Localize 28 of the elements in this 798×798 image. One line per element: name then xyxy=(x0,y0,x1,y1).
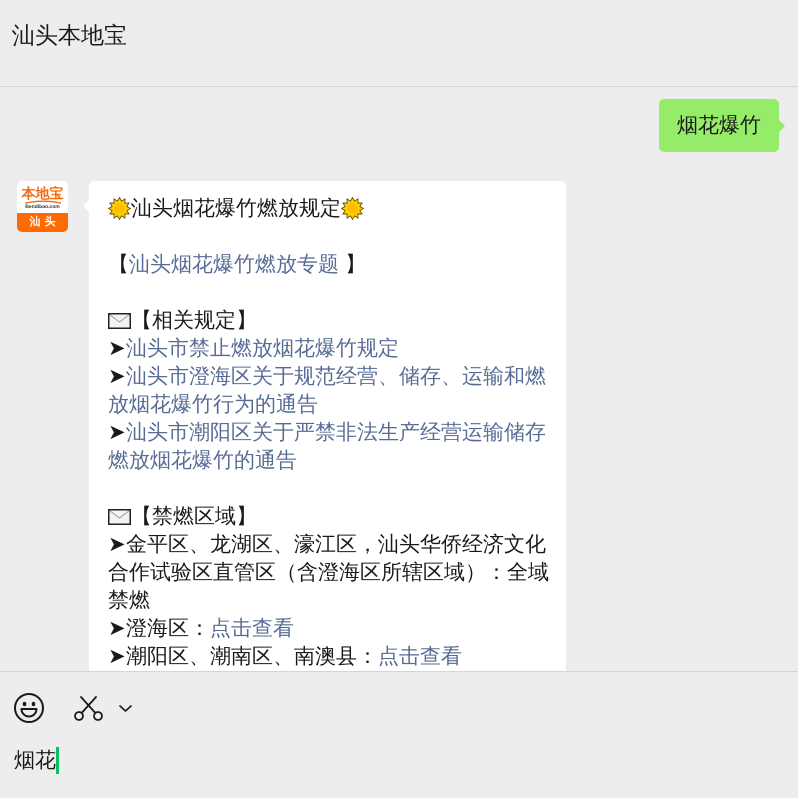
emoji-icon[interactable] xyxy=(14,693,44,723)
view-link[interactable]: 点击查看 xyxy=(378,645,462,668)
notice-link[interactable]: ➤汕头市澄海区关于规范经营、储存、运输和燃放烟花爆竹行为的通告 xyxy=(108,363,553,419)
message-input[interactable]: 烟花 xyxy=(14,747,784,787)
notice-link[interactable]: ➤汕头市禁止燃放烟花爆竹规定 xyxy=(108,335,553,363)
bracket-text: 】 xyxy=(344,253,366,276)
envelope-icon xyxy=(108,313,131,329)
area-rule-text: ➤金平区、龙湖区、濠江区，汕头华侨经济文化合作试验区直管区（含澄海区所辖区域）：全域禁燃 xyxy=(108,532,550,614)
bracket-text: 【 xyxy=(108,253,129,276)
logo-brand-text: 本地宝 xyxy=(22,186,64,200)
chevron-down-icon[interactable] xyxy=(119,704,132,712)
avatar-city-label: 汕头 xyxy=(17,213,68,232)
scissors-icon[interactable] xyxy=(74,696,103,720)
section-heading: 【相关规定】 xyxy=(131,309,257,332)
sun-icon xyxy=(341,197,364,220)
text-cursor-icon xyxy=(56,747,59,774)
message-title: 汕头烟花爆竹燃放规定 xyxy=(131,197,341,220)
section-heading: 【禁燃区域】 xyxy=(131,505,257,528)
sun-icon xyxy=(108,197,131,220)
area-label: ➤澄海区： xyxy=(108,617,210,640)
topic-link[interactable]: 汕头烟花爆竹燃放专题 xyxy=(129,253,339,276)
view-link[interactable]: 点击查看 xyxy=(210,617,294,640)
swoosh-icon xyxy=(24,200,62,204)
notice-link[interactable]: ➤汕头市潮阳区关于严禁非法生产经营运输储存燃放烟花爆竹的通告 xyxy=(108,419,553,475)
envelope-icon xyxy=(108,509,131,525)
bubble-tail-icon xyxy=(779,120,785,132)
area-label: ➤潮阳区、潮南区、南澳县： xyxy=(108,645,378,668)
window-title: 汕头本地宝 xyxy=(12,22,127,48)
